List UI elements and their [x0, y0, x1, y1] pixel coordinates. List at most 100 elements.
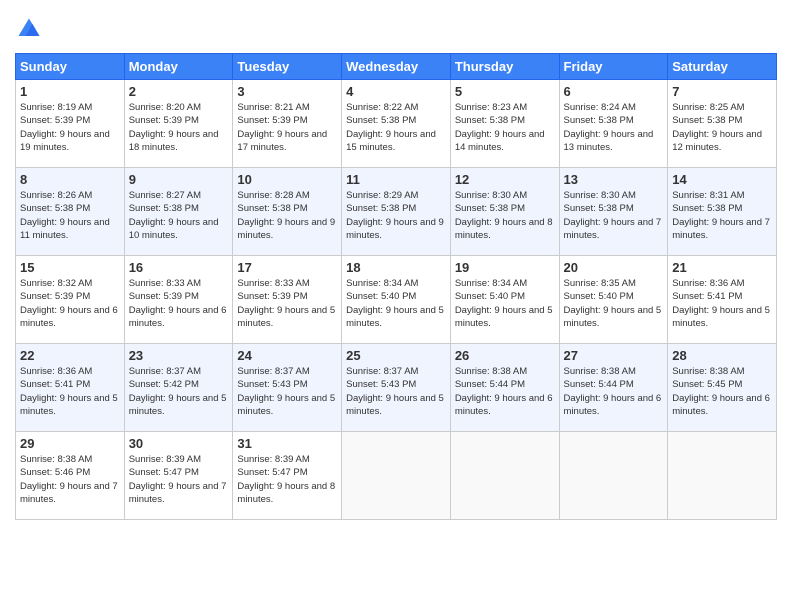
day-number: 18 [346, 260, 446, 275]
day-number: 1 [20, 84, 120, 99]
calendar-cell: 5 Sunrise: 8:23 AM Sunset: 5:38 PM Dayli… [450, 80, 559, 168]
day-info: Sunrise: 8:37 AM Sunset: 5:43 PM Dayligh… [237, 365, 337, 418]
calendar-cell: 20 Sunrise: 8:35 AM Sunset: 5:40 PM Dayl… [559, 256, 668, 344]
calendar-week-2: 8 Sunrise: 8:26 AM Sunset: 5:38 PM Dayli… [16, 168, 777, 256]
day-info: Sunrise: 8:39 AM Sunset: 5:47 PM Dayligh… [129, 453, 229, 506]
calendar-cell: 15 Sunrise: 8:32 AM Sunset: 5:39 PM Dayl… [16, 256, 125, 344]
calendar-cell: 18 Sunrise: 8:34 AM Sunset: 5:40 PM Dayl… [342, 256, 451, 344]
day-number: 28 [672, 348, 772, 363]
calendar-cell: 4 Sunrise: 8:22 AM Sunset: 5:38 PM Dayli… [342, 80, 451, 168]
day-info: Sunrise: 8:38 AM Sunset: 5:44 PM Dayligh… [564, 365, 664, 418]
calendar-cell: 12 Sunrise: 8:30 AM Sunset: 5:38 PM Dayl… [450, 168, 559, 256]
calendar-week-5: 29 Sunrise: 8:38 AM Sunset: 5:46 PM Dayl… [16, 432, 777, 520]
day-info: Sunrise: 8:30 AM Sunset: 5:38 PM Dayligh… [564, 189, 664, 242]
day-number: 12 [455, 172, 555, 187]
day-number: 2 [129, 84, 229, 99]
calendar-week-1: 1 Sunrise: 8:19 AM Sunset: 5:39 PM Dayli… [16, 80, 777, 168]
calendar-cell: 6 Sunrise: 8:24 AM Sunset: 5:38 PM Dayli… [559, 80, 668, 168]
day-info: Sunrise: 8:28 AM Sunset: 5:38 PM Dayligh… [237, 189, 337, 242]
day-info: Sunrise: 8:30 AM Sunset: 5:38 PM Dayligh… [455, 189, 555, 242]
day-info: Sunrise: 8:35 AM Sunset: 5:40 PM Dayligh… [564, 277, 664, 330]
day-number: 25 [346, 348, 446, 363]
calendar-cell [559, 432, 668, 520]
calendar-week-4: 22 Sunrise: 8:36 AM Sunset: 5:41 PM Dayl… [16, 344, 777, 432]
calendar-header-monday: Monday [124, 54, 233, 80]
calendar-cell [450, 432, 559, 520]
page-container: SundayMondayTuesdayWednesdayThursdayFrid… [0, 0, 792, 530]
day-info: Sunrise: 8:38 AM Sunset: 5:46 PM Dayligh… [20, 453, 120, 506]
day-info: Sunrise: 8:21 AM Sunset: 5:39 PM Dayligh… [237, 101, 337, 154]
day-info: Sunrise: 8:26 AM Sunset: 5:38 PM Dayligh… [20, 189, 120, 242]
day-info: Sunrise: 8:23 AM Sunset: 5:38 PM Dayligh… [455, 101, 555, 154]
day-info: Sunrise: 8:20 AM Sunset: 5:39 PM Dayligh… [129, 101, 229, 154]
day-number: 5 [455, 84, 555, 99]
day-info: Sunrise: 8:34 AM Sunset: 5:40 PM Dayligh… [346, 277, 446, 330]
calendar-cell: 10 Sunrise: 8:28 AM Sunset: 5:38 PM Dayl… [233, 168, 342, 256]
calendar-cell: 27 Sunrise: 8:38 AM Sunset: 5:44 PM Dayl… [559, 344, 668, 432]
calendar-cell: 14 Sunrise: 8:31 AM Sunset: 5:38 PM Dayl… [668, 168, 777, 256]
calendar-cell: 30 Sunrise: 8:39 AM Sunset: 5:47 PM Dayl… [124, 432, 233, 520]
day-info: Sunrise: 8:33 AM Sunset: 5:39 PM Dayligh… [237, 277, 337, 330]
calendar-cell: 16 Sunrise: 8:33 AM Sunset: 5:39 PM Dayl… [124, 256, 233, 344]
calendar-cell: 11 Sunrise: 8:29 AM Sunset: 5:38 PM Dayl… [342, 168, 451, 256]
day-info: Sunrise: 8:24 AM Sunset: 5:38 PM Dayligh… [564, 101, 664, 154]
day-number: 14 [672, 172, 772, 187]
day-number: 24 [237, 348, 337, 363]
day-number: 11 [346, 172, 446, 187]
day-info: Sunrise: 8:36 AM Sunset: 5:41 PM Dayligh… [20, 365, 120, 418]
day-info: Sunrise: 8:29 AM Sunset: 5:38 PM Dayligh… [346, 189, 446, 242]
calendar-cell: 28 Sunrise: 8:38 AM Sunset: 5:45 PM Dayl… [668, 344, 777, 432]
calendar-header-tuesday: Tuesday [233, 54, 342, 80]
day-info: Sunrise: 8:37 AM Sunset: 5:42 PM Dayligh… [129, 365, 229, 418]
calendar-table: SundayMondayTuesdayWednesdayThursdayFrid… [15, 53, 777, 520]
day-info: Sunrise: 8:37 AM Sunset: 5:43 PM Dayligh… [346, 365, 446, 418]
calendar-cell: 9 Sunrise: 8:27 AM Sunset: 5:38 PM Dayli… [124, 168, 233, 256]
calendar-cell: 1 Sunrise: 8:19 AM Sunset: 5:39 PM Dayli… [16, 80, 125, 168]
day-number: 30 [129, 436, 229, 451]
header [15, 15, 777, 43]
day-number: 27 [564, 348, 664, 363]
calendar-cell: 26 Sunrise: 8:38 AM Sunset: 5:44 PM Dayl… [450, 344, 559, 432]
calendar-header-friday: Friday [559, 54, 668, 80]
day-number: 3 [237, 84, 337, 99]
day-info: Sunrise: 8:19 AM Sunset: 5:39 PM Dayligh… [20, 101, 120, 154]
day-info: Sunrise: 8:31 AM Sunset: 5:38 PM Dayligh… [672, 189, 772, 242]
day-number: 9 [129, 172, 229, 187]
day-info: Sunrise: 8:33 AM Sunset: 5:39 PM Dayligh… [129, 277, 229, 330]
calendar-cell: 25 Sunrise: 8:37 AM Sunset: 5:43 PM Dayl… [342, 344, 451, 432]
calendar-header-sunday: Sunday [16, 54, 125, 80]
day-number: 17 [237, 260, 337, 275]
day-info: Sunrise: 8:22 AM Sunset: 5:38 PM Dayligh… [346, 101, 446, 154]
calendar-cell: 17 Sunrise: 8:33 AM Sunset: 5:39 PM Dayl… [233, 256, 342, 344]
day-number: 4 [346, 84, 446, 99]
calendar-cell: 24 Sunrise: 8:37 AM Sunset: 5:43 PM Dayl… [233, 344, 342, 432]
calendar-week-3: 15 Sunrise: 8:32 AM Sunset: 5:39 PM Dayl… [16, 256, 777, 344]
day-number: 29 [20, 436, 120, 451]
day-number: 26 [455, 348, 555, 363]
calendar-header-row: SundayMondayTuesdayWednesdayThursdayFrid… [16, 54, 777, 80]
day-number: 16 [129, 260, 229, 275]
calendar-cell: 2 Sunrise: 8:20 AM Sunset: 5:39 PM Dayli… [124, 80, 233, 168]
logo-icon [15, 15, 43, 43]
day-number: 6 [564, 84, 664, 99]
calendar-cell: 8 Sunrise: 8:26 AM Sunset: 5:38 PM Dayli… [16, 168, 125, 256]
calendar-cell: 31 Sunrise: 8:39 AM Sunset: 5:47 PM Dayl… [233, 432, 342, 520]
calendar-cell [668, 432, 777, 520]
calendar-header-thursday: Thursday [450, 54, 559, 80]
day-number: 15 [20, 260, 120, 275]
day-number: 19 [455, 260, 555, 275]
day-info: Sunrise: 8:25 AM Sunset: 5:38 PM Dayligh… [672, 101, 772, 154]
calendar-cell: 3 Sunrise: 8:21 AM Sunset: 5:39 PM Dayli… [233, 80, 342, 168]
calendar-cell [342, 432, 451, 520]
logo [15, 15, 47, 43]
calendar-header-wednesday: Wednesday [342, 54, 451, 80]
calendar-cell: 7 Sunrise: 8:25 AM Sunset: 5:38 PM Dayli… [668, 80, 777, 168]
calendar-cell: 23 Sunrise: 8:37 AM Sunset: 5:42 PM Dayl… [124, 344, 233, 432]
calendar-header-saturday: Saturday [668, 54, 777, 80]
day-number: 23 [129, 348, 229, 363]
day-info: Sunrise: 8:32 AM Sunset: 5:39 PM Dayligh… [20, 277, 120, 330]
day-number: 7 [672, 84, 772, 99]
day-info: Sunrise: 8:39 AM Sunset: 5:47 PM Dayligh… [237, 453, 337, 506]
day-number: 22 [20, 348, 120, 363]
day-number: 21 [672, 260, 772, 275]
